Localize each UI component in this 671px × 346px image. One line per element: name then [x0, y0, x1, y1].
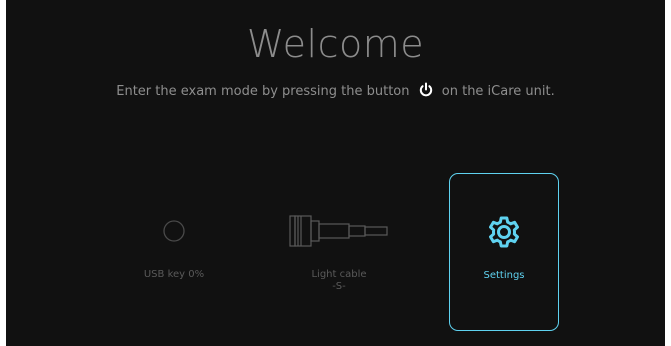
light-cable-icon: [289, 214, 389, 252]
settings-tile[interactable]: Settings: [449, 173, 559, 331]
light-cable-tile[interactable]: Light cable -S-: [284, 173, 394, 331]
light-cable-label: Light cable -S-: [284, 269, 394, 293]
gear-icon: [484, 212, 524, 256]
welcome-screen: Welcome Enter the exam mode by pressing …: [6, 0, 665, 346]
usb-key-label: USB key 0%: [143, 269, 205, 280]
cable-icon-wrap: [284, 213, 394, 253]
instruction-text: Enter the exam mode by pressing the butt…: [6, 82, 665, 99]
usb-key-tile[interactable]: USB key 0%: [119, 173, 229, 331]
settings-icon-wrap: [450, 214, 558, 254]
settings-label: Settings: [483, 270, 525, 281]
instruction-text-after: on the iCare unit.: [441, 84, 555, 99]
instruction-text-before: Enter the exam mode by pressing the butt…: [116, 84, 410, 99]
usb-icon-wrap: [119, 213, 229, 253]
page-title: Welcome: [246, 22, 425, 66]
light-cable-label-line1: Light cable: [311, 269, 367, 280]
power-icon: [418, 82, 434, 98]
light-cable-label-line2: -S-: [332, 281, 346, 292]
circle-icon: [162, 219, 186, 247]
